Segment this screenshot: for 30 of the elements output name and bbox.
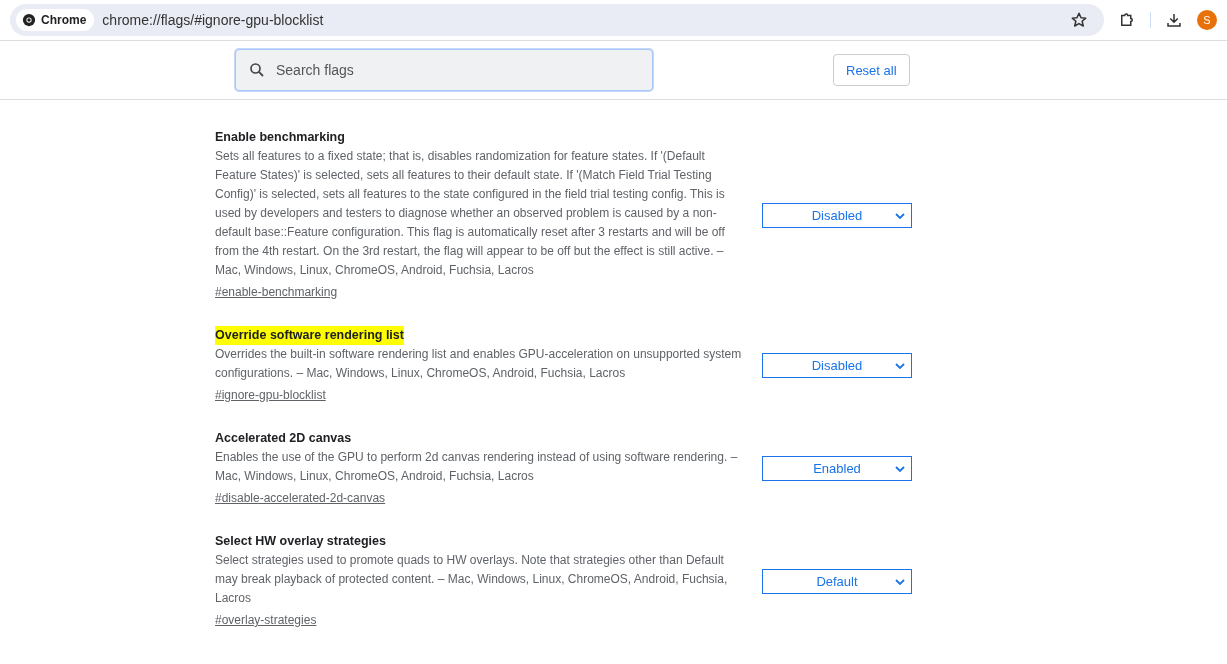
- caret-icon: [895, 465, 905, 473]
- caret-icon: [895, 577, 905, 586]
- flag-dropdown[interactable]: Disabled: [762, 202, 912, 228]
- puzzle-icon[interactable]: [1118, 11, 1136, 29]
- flag-link[interactable]: #ignore-gpu-blocklist: [215, 386, 326, 405]
- flag-title: Select HW overlay strategies: [215, 533, 386, 550]
- flag-title: Override software rendering list: [215, 326, 404, 345]
- flag-title: Accelerated 2D canvas: [215, 430, 352, 447]
- flag-description: Sets all features to a fixed state; that is, disables randomization for feature states. If '(Default Feature States)' is selected, sets all features to their default state. If '(Match Field Trial Testing Config)' is selected, sets all features to the state configured in the field trial testing config. This is used by developers and testers to diagnose whether an observed problem is caused by a non-default base::Feature configuration. This flag is automatically reset after 3 restarts and will be off from the 4th restart. On the 3rd restart, the flag will appear to be off but the effect is still active. – Mac, Windows, Linux, ChromeOS, Android, Fuchsia, Lacros: [215, 148, 726, 279]
- flag-dropdown[interactable]: Enabled: [762, 456, 912, 481]
- flag-description: Enables the use of the GPU to perform 2d canvas rendering instead of using software rendering. – Mac, Windows, Linux, ChromeOS, Android, Fuchsia, Lacros: [215, 449, 739, 485]
- download-icon[interactable]: [1165, 11, 1183, 29]
- search-field[interactable]: Search flags: [235, 49, 653, 91]
- search-input[interactable]: Search flags: [274, 61, 640, 79]
- site-chip[interactable]: Chrome: [16, 9, 95, 31]
- flag-dropdown[interactable]: Default: [762, 568, 912, 594]
- address-text[interactable]: chrome://flags/#ignore-gpu-blocklist: [102, 12, 1062, 28]
- star-icon[interactable]: [1070, 11, 1088, 29]
- flag-title: Enable benchmarking: [215, 129, 345, 146]
- caret-icon: [895, 362, 905, 370]
- flag-description: Overrides the built-in software rendering list and enables GPU-acceleration on unsupported system configurations. – Mac, Windows, Linux, ChromeOS, Android, Fuchsia, Lacros: [215, 346, 743, 382]
- caret-icon: [895, 211, 905, 220]
- search-icon: [248, 61, 266, 79]
- flag-link[interactable]: #disable-accelerated-2d-canvas: [215, 489, 386, 508]
- flag-dropdown[interactable]: Disabled: [762, 353, 912, 378]
- reset-all-button[interactable]: Reset all: [833, 54, 910, 86]
- flag-description: Select strategies used to promote quads to HW overlays. Note that strategies other than Default may break playback of protected content. – Mac, Windows, Linux, ChromeOS, Android, Fuchsia, Lacros: [215, 552, 729, 607]
- flag-link[interactable]: #overlay-strategies: [215, 611, 317, 630]
- chrome-icon: [22, 13, 36, 27]
- flag-link[interactable]: #enable-benchmarking: [215, 283, 338, 302]
